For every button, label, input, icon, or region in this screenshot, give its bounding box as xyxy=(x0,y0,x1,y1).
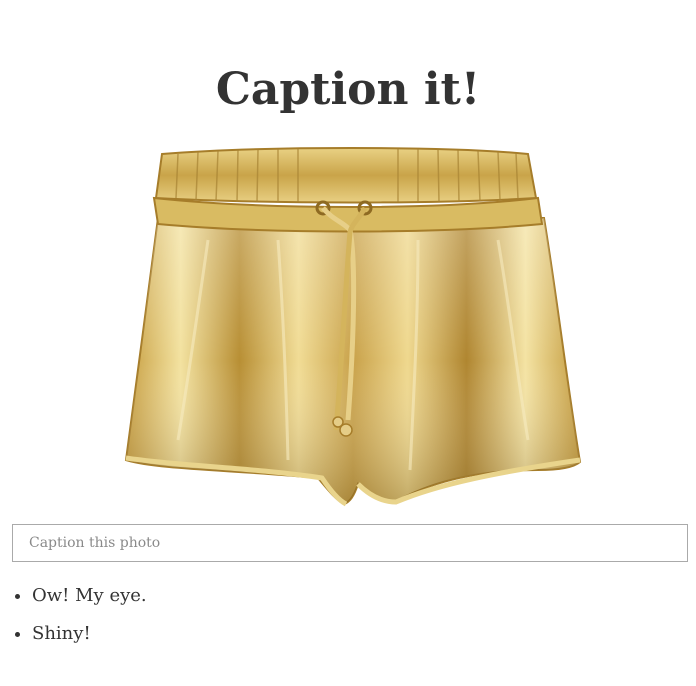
page-title: Caption it! xyxy=(215,64,481,115)
caption-item: Ow! My eye. xyxy=(32,580,147,618)
caption-input[interactable] xyxy=(12,524,688,562)
caption-item: Shiny! xyxy=(32,618,147,656)
gold-shorts-photo xyxy=(124,147,582,507)
caption-list: Ow! My eye. Shiny! xyxy=(0,580,147,656)
